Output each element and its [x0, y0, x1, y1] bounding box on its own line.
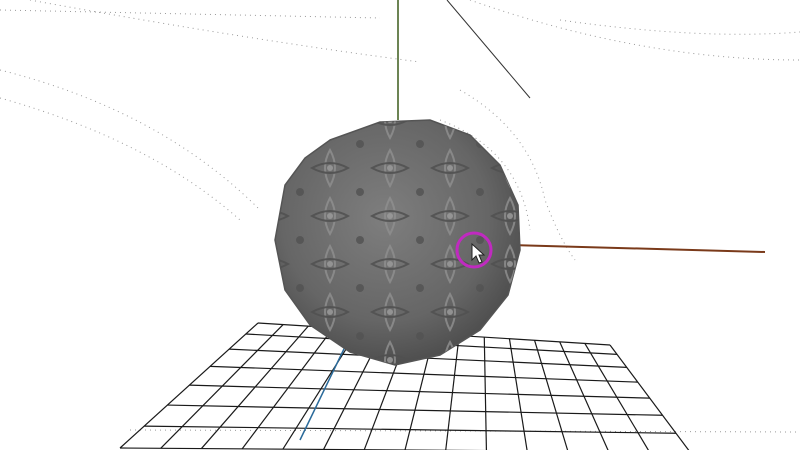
grid-line — [144, 425, 676, 434]
x-axis-line — [509, 244, 766, 253]
grid-line — [119, 322, 259, 449]
3d-viewport[interactable] — [0, 0, 800, 450]
guide-line — [446, 0, 531, 99]
textured-sphere[interactable] — [274, 119, 521, 366]
grid-line — [189, 384, 650, 399]
scene-canvas — [0, 0, 800, 450]
